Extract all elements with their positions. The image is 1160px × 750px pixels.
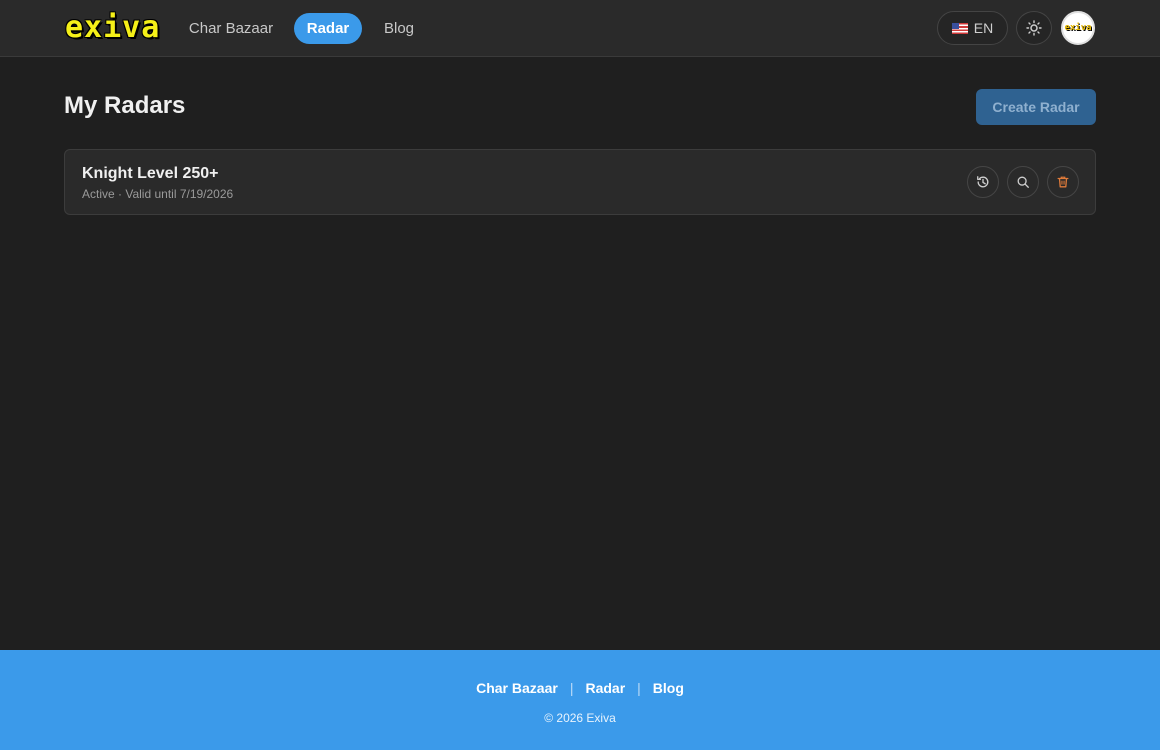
top-navbar: exiva Char Bazaar Radar Blog EN exiva [0,0,1160,57]
theme-toggle-button[interactable] [1016,11,1052,45]
radar-name: Knight Level 250+ [82,165,219,182]
footer-link-blog[interactable]: Blog [653,680,684,696]
exiva-logo[interactable]: exiva [65,13,160,43]
trash-icon [1057,176,1069,188]
history-button[interactable] [967,166,999,198]
us-flag-icon [951,22,968,34]
footer: Char Bazaar | Radar | Blog © 2026 Exiva [0,650,1160,750]
footer-separator: | [637,680,641,696]
language-selector[interactable]: EN [937,11,1008,45]
footer-link-char-bazaar[interactable]: Char Bazaar [476,680,558,696]
nav-char-bazaar[interactable]: Char Bazaar [185,13,277,44]
page-title: My Radars [64,92,186,119]
footer-link-radar[interactable]: Radar [585,680,625,696]
search-icon [1017,176,1029,188]
radar-card[interactable]: Knight Level 250+ Active · Valid until 7… [64,149,1096,215]
language-code: EN [973,20,994,36]
copyright-text: © 2026 Exiva [544,711,616,725]
search-radar-button[interactable] [1007,166,1039,198]
nav-blog[interactable]: Blog [378,13,420,44]
user-avatar[interactable]: exiva [1061,11,1095,45]
nav-radar[interactable]: Radar [294,13,362,44]
footer-links: Char Bazaar | Radar | Blog [0,680,1160,696]
history-icon [977,176,989,188]
sun-icon [1026,20,1042,36]
radar-status: Active · Valid until 7/19/2026 [82,187,234,201]
create-radar-button[interactable]: Create Radar [976,89,1096,125]
delete-radar-button[interactable] [1047,166,1079,198]
footer-separator: | [569,680,574,696]
